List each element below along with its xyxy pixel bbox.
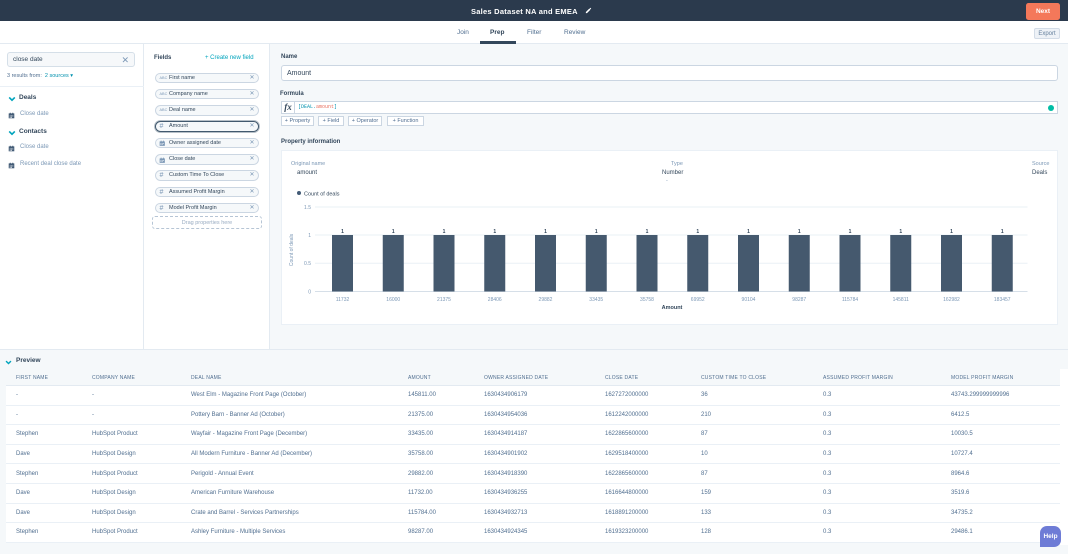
svg-text:Count of deals: Count of deals — [304, 192, 340, 198]
svg-text:1: 1 — [849, 229, 852, 235]
svg-text:11732: 11732 — [336, 297, 350, 303]
svg-text:145811: 145811 — [893, 297, 910, 303]
svg-text:16000: 16000 — [386, 297, 400, 303]
svg-text:0.5: 0.5 — [304, 261, 311, 267]
svg-text:1: 1 — [1001, 229, 1004, 235]
svg-text:162982: 162982 — [943, 297, 960, 303]
svg-text:69952: 69952 — [691, 297, 705, 303]
svg-text:98287: 98287 — [792, 297, 806, 303]
svg-text:1: 1 — [308, 233, 311, 239]
svg-text:Amount: Amount — [662, 305, 683, 311]
svg-text:183457: 183457 — [994, 297, 1011, 303]
svg-text:0: 0 — [308, 290, 311, 296]
svg-text:1.5: 1.5 — [304, 205, 311, 211]
svg-text:28406: 28406 — [488, 297, 502, 303]
svg-text:1: 1 — [899, 229, 902, 235]
svg-text:1: 1 — [392, 229, 395, 235]
svg-text:1: 1 — [950, 229, 953, 235]
svg-text:1: 1 — [696, 229, 699, 235]
svg-text:1: 1 — [646, 229, 649, 235]
svg-text:1: 1 — [798, 229, 801, 235]
svg-text:1: 1 — [595, 229, 598, 235]
svg-text:29882: 29882 — [539, 297, 553, 303]
svg-text:1: 1 — [341, 229, 344, 235]
svg-text:1: 1 — [443, 229, 446, 235]
svg-text:21375: 21375 — [437, 297, 451, 303]
svg-text:Count of deals: Count of deals — [289, 233, 295, 266]
svg-text:90104: 90104 — [742, 297, 756, 303]
svg-text:33435: 33435 — [589, 297, 603, 303]
svg-text:1: 1 — [493, 229, 496, 235]
svg-text:1: 1 — [544, 229, 547, 235]
svg-text:35758: 35758 — [640, 297, 654, 303]
svg-text:1: 1 — [747, 229, 750, 235]
svg-text:115784: 115784 — [842, 297, 859, 303]
